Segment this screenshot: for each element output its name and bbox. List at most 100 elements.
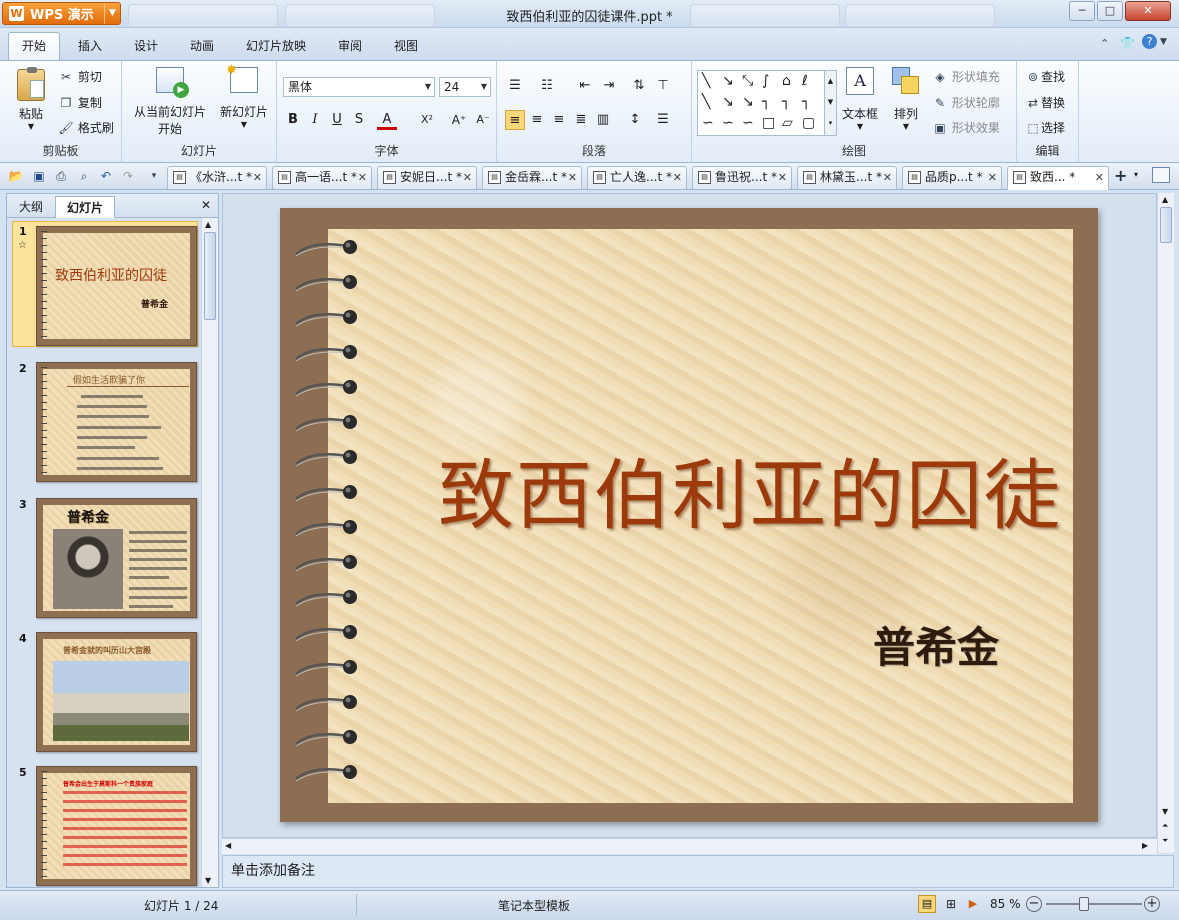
menu-slideshow[interactable]: 幻灯片放映 <box>246 37 306 54</box>
cut-button[interactable]: ✂ 剪切 <box>58 68 102 85</box>
arrow-shape-icon[interactable]: ↘ <box>722 94 734 110</box>
doc-tab[interactable]: ▤ 林黛玉...t * ✕ <box>797 166 897 189</box>
curve-shape-icon[interactable]: ∫ <box>762 73 769 89</box>
justify-icon[interactable]: ≣ <box>571 110 591 130</box>
underline-button[interactable]: U <box>327 110 347 130</box>
window-switch-icon[interactable] <box>1152 167 1170 183</box>
doc-tab-active[interactable]: ▤ 致西... * ✕ <box>1007 166 1109 190</box>
doc-tab[interactable]: ▤ 品质p...t * ✕ <box>902 166 1002 189</box>
maximize-button[interactable]: □ <box>1097 1 1123 21</box>
next-slide-icon[interactable]: ⏷ <box>1162 836 1168 846</box>
shadow-button[interactable]: S <box>349 110 369 130</box>
close-tab-icon[interactable]: ✕ <box>988 167 997 188</box>
textbox-button[interactable]: A 文本框 ▼ <box>840 67 880 143</box>
slide-scrollbar[interactable]: ▲ ▼ ⏶ ⏷ <box>1157 193 1174 853</box>
align-left-icon[interactable]: ≡ <box>505 110 525 130</box>
increase-indent-icon[interactable]: ⇥ <box>599 76 619 96</box>
scroll-up-icon[interactable]: ▲ <box>1162 195 1168 204</box>
line-shape-icon[interactable]: ╲ <box>702 94 710 110</box>
help-icon[interactable]: ? <box>1142 34 1157 49</box>
tab-slides[interactable]: 幻灯片 <box>55 196 115 218</box>
slide-thumbnail-2[interactable]: 假如生活欺骗了你 <box>36 362 197 482</box>
scroll-down-icon[interactable]: ▼ <box>205 876 211 885</box>
slide-title[interactable]: 致西伯利亚的囚徒 <box>438 434 1062 544</box>
minimize-button[interactable]: ─ <box>1069 1 1095 21</box>
menu-insert[interactable]: 插入 <box>78 37 102 54</box>
arrange-button[interactable]: 排列 ▼ <box>888 67 924 143</box>
menu-home[interactable]: 开始 <box>8 32 60 60</box>
decrease-indent-icon[interactable]: ⇤ <box>575 76 595 96</box>
scrollbar-thumb[interactable] <box>204 232 216 320</box>
align-text-icon[interactable]: ⊤ <box>653 76 673 96</box>
select-button[interactable]: ⬚ 选择 <box>1025 119 1065 136</box>
line-spacing-icon[interactable]: ↕ <box>625 110 645 130</box>
close-tab-icon[interactable]: ✕ <box>253 167 262 188</box>
doc-tab[interactable]: ▤ 鲁迅祝...t * ✕ <box>692 166 792 189</box>
elbow-connector-icon[interactable]: ┐ <box>762 94 770 110</box>
close-tab-icon[interactable]: ✕ <box>463 167 472 188</box>
bullets-icon[interactable]: ☰ <box>505 76 525 96</box>
notes-pane[interactable]: 单击添加备注 <box>222 855 1174 888</box>
customize-toolbar-icon[interactable]: ▾ <box>146 168 162 184</box>
skin-icon[interactable]: 👕 <box>1120 36 1135 50</box>
close-tab-icon[interactable]: ✕ <box>673 167 682 188</box>
align-right-icon[interactable]: ≡ <box>549 110 569 130</box>
arrow-shape-icon[interactable]: ↘ <box>742 94 754 110</box>
curved-connector-icon[interactable]: ∽ <box>742 115 754 131</box>
slide-thumbnail-4[interactable]: 普希金就的叫历山大宫殿 <box>36 632 197 752</box>
rounded-rect-shape-icon[interactable]: ▢ <box>802 115 815 131</box>
distribute-icon[interactable]: ▥ <box>593 110 613 130</box>
double-arrow-shape-icon[interactable]: ⤡ <box>742 73 753 89</box>
scroll-down-icon[interactable]: ▼ <box>1162 807 1168 816</box>
undo-icon[interactable]: ↶ <box>98 168 114 184</box>
columns-icon[interactable]: ☰ <box>653 110 673 130</box>
curved-connector-icon[interactable]: ∽ <box>702 115 714 131</box>
close-tab-icon[interactable]: ✕ <box>778 167 787 188</box>
superscript-button[interactable]: X² <box>417 110 437 130</box>
shrink-font-button[interactable]: A⁻ <box>473 110 493 130</box>
italic-button[interactable]: I <box>305 110 325 130</box>
curved-connector-icon[interactable]: ∽ <box>722 115 734 131</box>
new-tab-icon[interactable]: + <box>1114 166 1127 185</box>
replace-button[interactable]: ⇄ 替换 <box>1025 94 1065 111</box>
tab-outline[interactable]: 大纲 <box>9 196 53 218</box>
text-direction-icon[interactable]: ⇅ <box>629 76 649 96</box>
close-window-button[interactable]: ✕ <box>1125 1 1171 21</box>
align-center-icon[interactable]: ≡ <box>527 110 547 130</box>
doc-tab[interactable]: ▤ 高一语...t * ✕ <box>272 166 372 189</box>
font-color-button[interactable]: A <box>377 110 397 130</box>
doc-tab[interactable]: ▤ 金岳霖...t * ✕ <box>482 166 582 189</box>
zoom-slider-handle[interactable] <box>1079 897 1089 911</box>
redo-icon[interactable]: ↷ <box>120 168 136 184</box>
grow-font-button[interactable]: A⁺ <box>449 110 469 130</box>
gallery-scroll[interactable]: ▲ ▼ ▾ <box>824 71 836 135</box>
slide-sorter-icon[interactable]: ⊞ <box>942 895 960 913</box>
menu-view[interactable]: 视图 <box>394 37 418 54</box>
tab-list-icon[interactable]: ▾ <box>1134 170 1138 179</box>
slide-thumbnail-5[interactable]: 普希金出生于莫斯科一个贵族家庭 <box>36 766 197 886</box>
scribble-shape-icon[interactable]: ℓ <box>802 73 808 89</box>
close-panel-icon[interactable]: ✕ <box>201 198 211 212</box>
slide-thumbnail-3[interactable]: 普希金 <box>36 498 197 618</box>
line-shape-icon[interactable]: ╲ <box>702 73 710 89</box>
play-from-current-button[interactable]: ▶ 从当前幻灯片 开始 <box>128 67 212 143</box>
slide-author[interactable]: 普希金 <box>873 614 999 675</box>
font-size-select[interactable]: 24 ▼ <box>439 77 491 97</box>
parallelogram-shape-icon[interactable]: ▱ <box>782 115 793 131</box>
shape-effect-button[interactable]: ▣ 形状效果 <box>932 119 1000 136</box>
close-tab-icon[interactable]: ✕ <box>1095 167 1104 188</box>
doc-tab[interactable]: ▤ 安妮日...t * ✕ <box>377 166 477 189</box>
print-icon[interactable]: ⎙ <box>53 168 69 184</box>
previous-slide-icon[interactable]: ⏶ <box>1162 821 1168 831</box>
collapse-ribbon-icon[interactable]: ⌃ <box>1100 37 1109 50</box>
arrow-shape-icon[interactable]: ↘ <box>722 73 734 89</box>
slide-thumbnail-1[interactable]: 致西伯利亚的囚徒 普希金 <box>36 226 197 346</box>
shape-outline-button[interactable]: ✎ 形状轮廓 <box>932 94 1000 111</box>
bold-button[interactable]: B <box>283 110 303 130</box>
freeform-shape-icon[interactable]: ⌂ <box>782 73 791 89</box>
horizontal-scrollbar[interactable]: ◀ ▶ <box>222 838 1157 854</box>
close-tab-icon[interactable]: ✕ <box>358 167 367 188</box>
scroll-left-icon[interactable]: ◀ <box>225 841 231 850</box>
close-tab-icon[interactable]: ✕ <box>883 167 892 188</box>
slideshow-icon[interactable]: ▶ <box>964 895 982 913</box>
